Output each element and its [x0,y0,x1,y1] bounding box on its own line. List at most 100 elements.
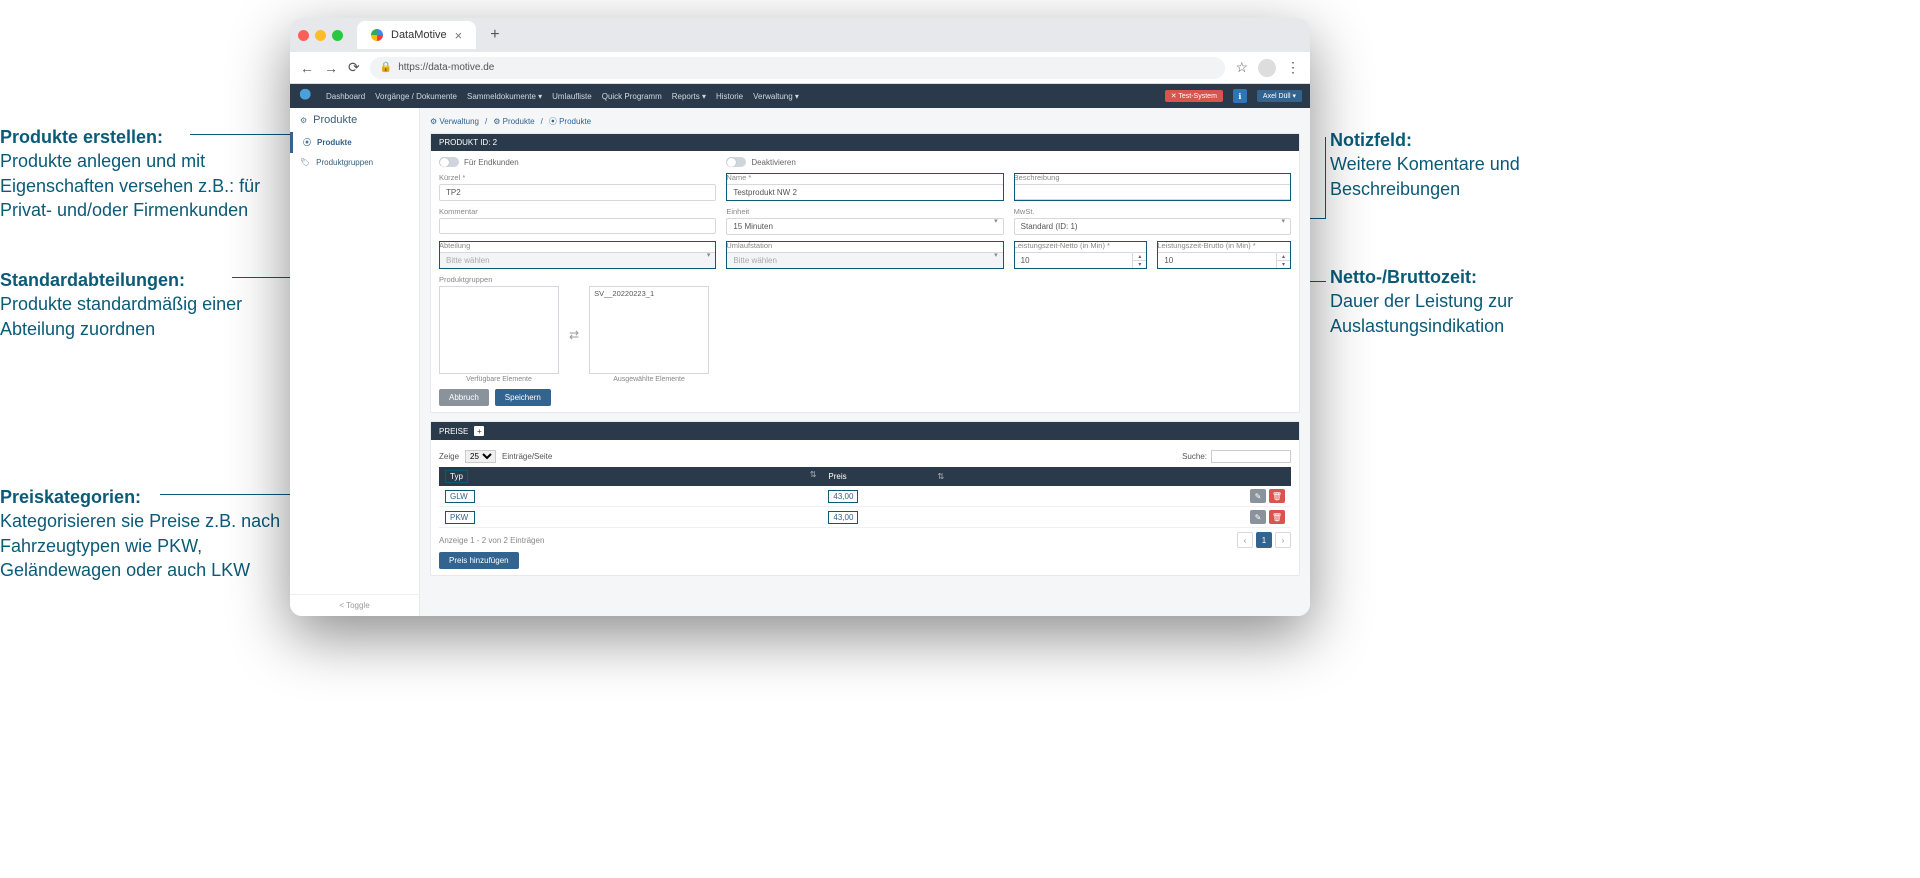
table-row: PKW 43,00 ✎ 🗑 [439,507,1291,528]
browser-tab[interactable]: DataMotive × [357,21,476,49]
cancel-button[interactable]: Abbruch [439,389,489,406]
nav-quick-programm[interactable]: Quick Programm [602,92,662,101]
brutto-input[interactable]: 10 [1157,252,1277,269]
kuerzel-input[interactable]: TP2 [439,184,716,201]
kommentar-input[interactable] [439,218,716,234]
nav-verwaltung[interactable]: Verwaltung ▾ [753,92,799,101]
callout-notiz-body: Weitere Komentare und Beschreibungen [1330,154,1520,198]
url-input[interactable]: 🔒 https://data-motive.de [370,57,1226,79]
page-prev[interactable]: ‹ [1237,532,1253,548]
tag-icon: 🏷 [300,158,310,167]
nav-reports[interactable]: Reports ▾ [672,92,706,101]
col-typ[interactable]: Typ [445,470,468,483]
page-size-select[interactable]: 25 [465,450,496,463]
toggle-label: Für Endkunden [464,158,519,167]
toggle-endkunden[interactable]: Für Endkunden [439,157,716,167]
selected-listbox[interactable]: SV__20220223_1 [589,286,709,374]
products-icon: ⚙ [300,116,307,125]
edit-icon[interactable]: ✎ [1250,489,1266,503]
beschreibung-input[interactable] [1014,184,1291,200]
bookmark-icon[interactable]: ☆ [1235,59,1248,76]
maximize-window-icon[interactable] [332,30,343,41]
close-window-icon[interactable] [298,30,309,41]
abteilung-select[interactable]: Bitte wählen [439,252,716,269]
callout-produkte: Produkte erstellen: Produkte anlegen und… [0,125,270,222]
umlaufstation-select[interactable]: Bitte wählen [726,252,1003,269]
nav-sammeldokumente[interactable]: Sammeldokumente ▾ [467,92,542,101]
available-listbox[interactable] [439,286,559,374]
address-bar: ← → ⟳ 🔒 https://data-motive.de ☆ ⋮ [290,52,1310,84]
forward-icon[interactable]: → [324,60,338,76]
selected-caption: Ausgewählte Elemente [589,376,709,383]
table-info: Anzeige 1 - 2 von 2 Einträgen [439,536,544,545]
entries-label: Einträge/Seite [502,452,552,461]
available-caption: Verfügbare Elemente [439,376,559,383]
callout-zeit: Netto-/Bruttozeit: Dauer der Leistung zu… [1330,265,1590,338]
profile-avatar[interactable] [1258,59,1276,77]
save-button[interactable]: Speichern [495,389,551,406]
callout-zeit-title: Netto-/Bruttozeit: [1330,267,1477,287]
top-nav: Dashboard Vorgänge / Dokumente Sammeldok… [290,84,1310,108]
user-menu[interactable]: Axel Düll ▾ [1257,90,1302,102]
price-table: Typ ⇅ Preis ⇅ GLW 43,00 [439,467,1291,528]
edit-icon[interactable]: ✎ [1250,510,1266,524]
page-current[interactable]: 1 [1256,532,1272,548]
app-root: Dashboard Vorgänge / Dokumente Sammeldok… [290,84,1310,616]
sidebar-item-produktgruppen[interactable]: 🏷 Produktgruppen [290,153,419,172]
mwst-select[interactable]: Standard (ID: 1) [1014,218,1291,235]
back-icon[interactable]: ← [300,60,314,76]
brand-logo-icon[interactable] [298,87,316,105]
sidebar-item-label: Produktgruppen [316,158,373,167]
menu-icon[interactable]: ⋮ [1286,59,1300,76]
new-tab-button[interactable]: + [484,26,505,44]
swap-icon[interactable]: ⇄ [569,328,579,342]
list-item[interactable]: SV__20220223_1 [590,287,708,300]
sidebar-title: ⚙ Produkte [290,108,419,132]
callout-preis-body: Kategorisieren sie Preise z.B. nach Fahr… [0,511,280,580]
lock-icon: 🔒 [380,62,392,73]
callout-preis-title: Preiskategorien: [0,487,141,507]
delete-icon[interactable]: 🗑 [1269,489,1285,503]
add-price-button[interactable]: Preis hinzufügen [439,552,519,569]
sidebar-toggle[interactable]: < Toggle [290,594,419,616]
kuerzel-label: Kürzel * [439,173,716,182]
nav-dashboard[interactable]: Dashboard [326,92,365,101]
reload-icon[interactable]: ⟳ [348,59,360,76]
col-preis[interactable]: Preis [828,472,846,481]
abteilung-label: Abteilung [439,241,716,250]
nav-historie[interactable]: Historie [716,92,743,101]
page-next[interactable]: › [1275,532,1291,548]
nav-vorgaenge[interactable]: Vorgänge / Dokumente [375,92,457,101]
breadcrumb-item: ⦿ Produkte [549,116,591,127]
callout-notiz-title: Notizfeld: [1330,130,1412,150]
brutto-label: Leistungszeit-Brutto (in Min) * [1157,241,1291,250]
cell-preis: 43,00 [828,490,858,503]
netto-input[interactable]: 10 [1014,252,1134,269]
breadcrumb-item[interactable]: ⚙ Produkte [493,117,534,126]
tab-title: DataMotive [391,29,447,41]
search-input[interactable] [1211,450,1291,463]
toggle-label: Deaktivieren [751,158,795,167]
delete-icon[interactable]: 🗑 [1269,510,1285,524]
callout-produkte-title: Produkte erstellen: [0,127,163,147]
cell-typ: GLW [445,490,475,503]
sidebar-item-label: Produkte [317,138,352,147]
nav-umlaufliste[interactable]: Umlaufliste [552,92,592,101]
table-row: GLW 43,00 ✎ 🗑 [439,486,1291,507]
tab-close-icon[interactable]: × [455,28,463,43]
add-icon[interactable]: + [474,426,484,436]
netto-stepper[interactable]: ▴▾ [1133,252,1147,269]
umlaufstation-label: Umlaufstation [726,241,1003,250]
minimize-window-icon[interactable] [315,30,326,41]
toggle-deaktivieren[interactable]: Deaktivieren [726,157,1291,167]
einheit-select[interactable]: 15 Minuten [726,218,1003,235]
browser-frame: DataMotive × + ← → ⟳ 🔒 https://data-moti… [290,18,1310,616]
mwst-label: MwSt. [1014,207,1291,216]
window-controls[interactable] [298,30,343,41]
sidebar-item-produkte[interactable]: ⦿ Produkte [290,132,419,153]
cell-preis: 43,00 [828,511,858,524]
name-input[interactable]: Testprodukt NW 2 [726,184,1003,201]
breadcrumb-item[interactable]: ⚙ Verwaltung [430,117,479,126]
brutto-stepper[interactable]: ▴▾ [1277,252,1291,269]
info-icon[interactable]: ℹ [1233,89,1247,103]
